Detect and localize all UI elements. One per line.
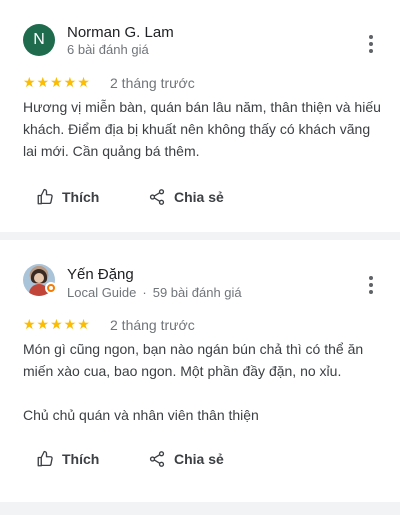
- review-time: 2 tháng trước: [110, 75, 195, 91]
- like-label: Thích: [62, 189, 100, 205]
- like-button[interactable]: Thích: [36, 188, 99, 206]
- rating-stars: ★★★★★: [23, 316, 91, 332]
- thumbs-up-icon: [37, 188, 53, 205]
- review-time: 2 tháng trước: [110, 317, 195, 333]
- like-label: Thích: [62, 451, 100, 467]
- thumbs-up-icon: [37, 450, 53, 467]
- divider: [0, 502, 400, 515]
- review-paragraph: Món gì cũng ngon, bạn nào ngán bún chả t…: [23, 341, 364, 379]
- review-paragraph: Chủ chủ quán và nhân viên thân thiện: [23, 407, 259, 423]
- share-icon: [149, 451, 165, 467]
- share-label: Chia sẻ: [174, 189, 224, 205]
- more-options-icon[interactable]: [368, 276, 374, 294]
- local-guide-badge-icon: [45, 282, 57, 294]
- avatar[interactable]: N: [23, 24, 55, 56]
- review-count: 6 bài đánh giá: [67, 42, 149, 57]
- more-options-icon[interactable]: [368, 35, 374, 53]
- author-meta: Local Guide · 59 bài đánh giá: [67, 285, 242, 300]
- like-button[interactable]: Thích: [36, 450, 99, 468]
- meta-separator: ·: [142, 285, 147, 300]
- share-button[interactable]: Chia sẻ: [148, 450, 224, 468]
- share-button[interactable]: Chia sẻ: [148, 188, 224, 206]
- review-card: N Norman G. Lam 6 bài đánh giá ★★★★★ 2 t…: [0, 0, 400, 232]
- share-label: Chia sẻ: [174, 451, 224, 467]
- review-text: Món gì cũng ngon, bạn nào ngán bún chả t…: [23, 338, 383, 426]
- review-count: 59 bài đánh giá: [152, 285, 242, 300]
- divider: [0, 232, 400, 240]
- review-paragraph: Hương vị miễn bàn, quán bán lâu năm, thâ…: [23, 99, 381, 159]
- share-icon: [149, 189, 165, 205]
- review-text: Hương vị miễn bàn, quán bán lâu năm, thâ…: [23, 96, 383, 162]
- author-name[interactable]: Yến Đặng: [67, 266, 134, 283]
- rating-stars: ★★★★★: [23, 74, 91, 90]
- author-name[interactable]: Norman G. Lam: [67, 24, 174, 41]
- local-guide-label: Local Guide: [67, 285, 137, 300]
